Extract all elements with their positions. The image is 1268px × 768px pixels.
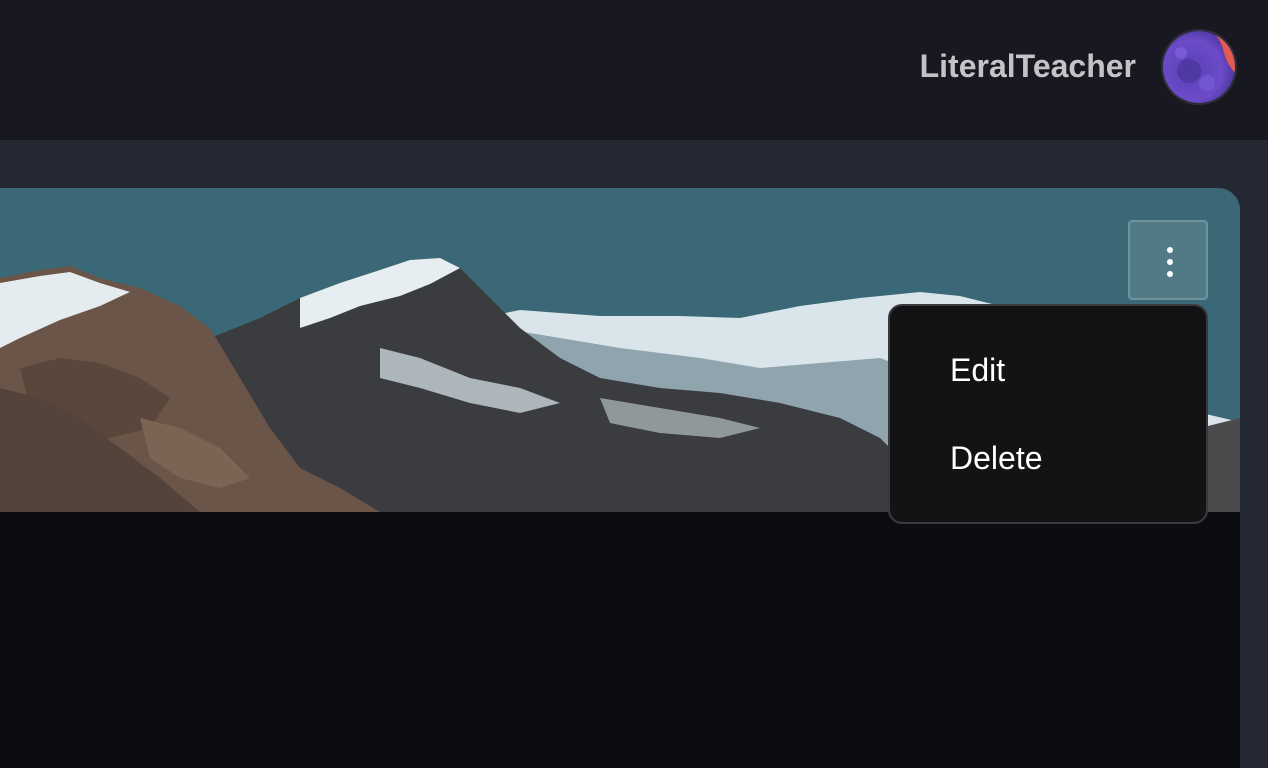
more-vertical-icon-dot: [1167, 259, 1173, 265]
avatar-icon: [1163, 31, 1235, 103]
edit-menu-item[interactable]: Edit: [950, 352, 1005, 389]
delete-menu-item[interactable]: Delete: [950, 440, 1043, 477]
username-label[interactable]: LiteralTeacher: [920, 48, 1136, 85]
page-gutter: [1240, 188, 1268, 760]
more-vertical-icon-dot: [1167, 271, 1173, 277]
more-options-button[interactable]: [1128, 220, 1208, 300]
top-bar: LiteralTeacher: [0, 0, 1268, 140]
options-dropdown: Edit Delete: [888, 304, 1208, 524]
avatar[interactable]: [1161, 29, 1237, 105]
more-vertical-icon: [1167, 247, 1173, 253]
